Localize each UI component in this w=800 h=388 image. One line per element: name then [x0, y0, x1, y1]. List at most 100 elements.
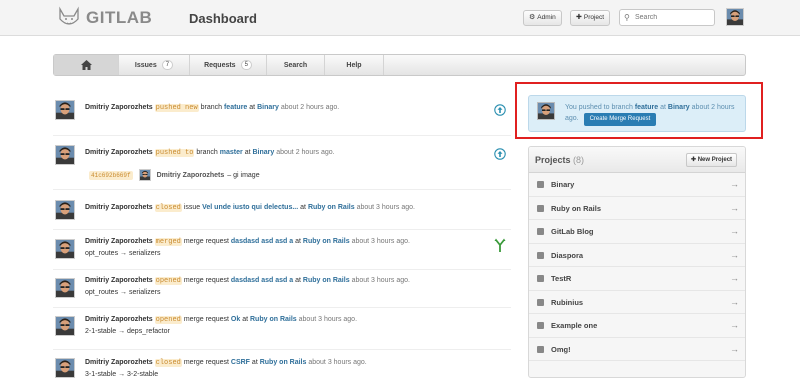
- event-author[interactable]: Dmitriy Zaporozhets: [85, 204, 153, 211]
- project-item[interactable]: GitLab Blog →: [529, 220, 745, 244]
- event-project-link[interactable]: Ruby on Rails: [260, 359, 307, 366]
- project-item[interactable]: Ruby on Rails →: [529, 196, 745, 220]
- event-project-link[interactable]: Binary: [257, 104, 279, 111]
- event-project-link[interactable]: Ruby on Rails: [303, 277, 350, 284]
- highlight-box: [515, 82, 763, 139]
- event-text: Dmitriy Zaporozhets pushed to branch mas…: [85, 149, 335, 157]
- event-author[interactable]: Dmitriy Zaporozhets: [85, 277, 153, 284]
- event-author[interactable]: Dmitriy Zaporozhets: [85, 359, 153, 366]
- event-project-link[interactable]: Ruby on Rails: [303, 238, 350, 245]
- project-label: Project: [583, 14, 605, 21]
- event-target-link[interactable]: Vel unde iusto qui delectus...: [202, 204, 298, 211]
- event-text: Dmitriy Zaporozhets closed issue Vel und…: [85, 204, 415, 212]
- search-input[interactable]: [619, 9, 715, 26]
- project-icon: [537, 275, 544, 282]
- event-target-link[interactable]: dasdasd asd asd a: [231, 277, 293, 284]
- tab-help[interactable]: Help: [325, 55, 384, 75]
- avatar[interactable]: [55, 358, 75, 378]
- commit-row: 41c692b669f Dmitriy Zaporozhets – gi ima…: [89, 169, 260, 181]
- tab-help-label: Help: [346, 61, 362, 69]
- plus-icon: ✚: [576, 14, 582, 21]
- tab-issues[interactable]: Issues 7: [119, 55, 190, 75]
- event-time: about 3 hours ago.: [351, 238, 410, 245]
- event-pre: branch: [200, 104, 223, 111]
- admin-button[interactable]: ⚙ Admin: [523, 10, 562, 26]
- avatar[interactable]: [55, 239, 75, 259]
- event-project-link[interactable]: Ruby on Rails: [308, 204, 355, 211]
- event-pre: branch: [196, 149, 218, 156]
- avatar[interactable]: [55, 316, 75, 336]
- event-time: about 2 hours ago.: [276, 149, 335, 156]
- new-project-label: New Project: [697, 157, 733, 163]
- project-item[interactable]: Example one →: [529, 314, 745, 338]
- event-author[interactable]: Dmitriy Zaporozhets: [85, 238, 153, 245]
- project-item[interactable]: Binary →: [529, 173, 745, 197]
- event-target-link[interactable]: dasdasd asd asd a: [231, 238, 293, 245]
- event-time: about 3 hours ago.: [351, 277, 410, 284]
- event-item: Dmitriy Zaporozhets closed merge request…: [53, 350, 511, 380]
- project-icon: [537, 228, 544, 235]
- tab-home[interactable]: [54, 55, 119, 75]
- event-mid: at: [295, 238, 301, 245]
- tab-requests[interactable]: Requests 5: [190, 55, 267, 75]
- merge-icon: [494, 238, 506, 252]
- user-avatar[interactable]: [726, 8, 744, 26]
- avatar[interactable]: [55, 278, 75, 298]
- event-mid: at: [244, 149, 251, 156]
- gear-icon: ⚙: [529, 14, 536, 21]
- project-name: GitLab Blog: [551, 227, 594, 236]
- arrow-right-icon: →: [730, 320, 739, 330]
- event-text: Dmitriy Zaporozhets closed merge request…: [85, 359, 367, 367]
- arrow-right-icon: →: [730, 273, 739, 283]
- tab-requests-label: Requests: [204, 61, 236, 69]
- event-mid: at: [295, 277, 301, 284]
- event-action: pushed new: [154, 104, 199, 112]
- arrow-right-icon: →: [730, 249, 739, 260]
- arrow-right-icon: →: [730, 179, 739, 189]
- avatar[interactable]: [55, 145, 75, 165]
- commit-message: – gi image: [227, 171, 260, 179]
- event-text: Dmitriy Zaporozhets opened merge request…: [85, 277, 410, 285]
- event-text: Dmitriy Zaporozhets opened merge request…: [85, 316, 357, 324]
- event-target-link[interactable]: CSRF: [231, 359, 250, 366]
- project-name: Ruby on Rails: [551, 203, 602, 213]
- avatar[interactable]: [55, 100, 75, 120]
- event-target-link[interactable]: master: [220, 149, 243, 156]
- project-item[interactable]: Omg! →: [529, 337, 745, 361]
- event-item: Dmitriy Zaporozhets merged merge request…: [53, 230, 511, 270]
- event-time: about 3 hours ago.: [356, 204, 415, 211]
- project-item[interactable]: TestR →: [529, 267, 745, 291]
- event-text: Dmitriy Zaporozhets pushed new branch fe…: [85, 104, 339, 112]
- commit-avatar: [138, 169, 151, 181]
- project-item[interactable]: Rubinius →: [529, 290, 745, 314]
- event-mid: at: [300, 204, 306, 211]
- event-pre: merge request: [183, 277, 229, 284]
- event-branch: 2-1-stable → deps_refactor: [85, 328, 170, 335]
- new-project-button[interactable]: ✚ Project: [570, 10, 611, 26]
- commit-id-link[interactable]: 41c692b669f: [89, 170, 133, 180]
- avatar[interactable]: [55, 200, 75, 220]
- project-item[interactable]: Diaspora →: [529, 243, 745, 267]
- event-time: about 3 hours ago.: [308, 359, 367, 366]
- event-item: Dmitriy Zaporozhets opened merge request…: [53, 308, 511, 350]
- tab-search-label: Search: [283, 61, 308, 69]
- event-author[interactable]: Dmitriy Zaporozhets: [85, 104, 153, 111]
- event-target-link[interactable]: feature: [224, 104, 247, 111]
- event-project-link[interactable]: Ruby on Rails: [250, 316, 297, 323]
- event-item: Dmitriy Zaporozhets pushed to branch mas…: [53, 136, 511, 190]
- event-project-link[interactable]: Binary: [252, 149, 274, 156]
- projects-panel: Projects (8) ✚ New Project Binary → Ruby…: [528, 146, 746, 378]
- event-item: Dmitriy Zaporozhets pushed new branch fe…: [53, 92, 511, 136]
- event-author[interactable]: Dmitriy Zaporozhets: [85, 316, 153, 323]
- event-author[interactable]: Dmitriy Zaporozhets: [85, 149, 153, 156]
- fox-logo-icon: [59, 6, 79, 25]
- tab-search[interactable]: Search: [267, 55, 325, 75]
- event-branch: opt_routes → serializers: [85, 250, 161, 257]
- projects-title: Projects (8): [535, 155, 584, 165]
- gitlab-logo[interactable]: GITLAB: [56, 5, 152, 31]
- project-icon: [537, 251, 544, 259]
- event-target-link[interactable]: Ok: [231, 316, 240, 323]
- new-project-button[interactable]: ✚ New Project: [686, 153, 738, 167]
- event-action: merged: [154, 238, 182, 246]
- projects-count: (8): [573, 155, 585, 165]
